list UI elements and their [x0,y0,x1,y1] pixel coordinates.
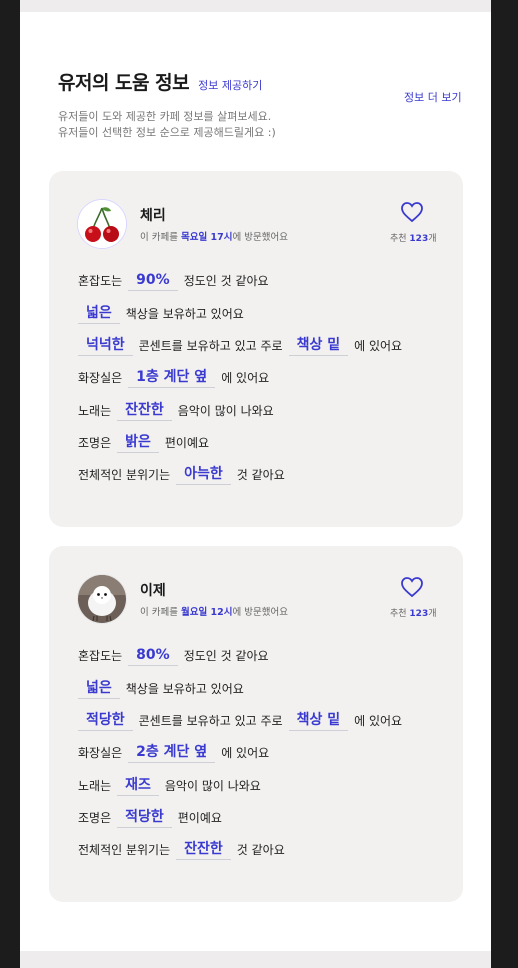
line-text: 전체적인 분위기는 [78,468,171,482]
line-text: 콘센트를 보유하고 있고 주로 [138,714,283,728]
rec-prefix: 추천 [390,234,410,244]
tag-outlet: 적당한 [78,712,133,731]
tag-restroom: 2층 계단 옆 [128,744,216,763]
section-header: 유저의 도움 정보 정보 제공하기 [58,68,458,95]
line-text: 정도인 것 같아요 [183,274,269,288]
visit-prefix: 이 카페를 [140,607,181,618]
line-text: 노래는 [78,404,112,418]
tag-music: 재즈 [117,777,159,796]
top-divider [20,0,491,12]
line-text: 것 같아요 [236,843,285,857]
tag-lighting: 밝은 [117,434,159,453]
recommend-count: 추천 123개 [390,606,437,619]
line-text: 전체적인 분위기는 [78,843,171,857]
bottom-divider [20,951,491,968]
username: 이제 [140,583,166,599]
tag-restroom: 1층 계단 옆 [128,369,216,388]
rec-number: 123 [409,234,429,244]
info-card: 이제 이 카페를 월요일 12시에 방문했어요 추천 123개 혼잡도는 80%… [49,546,463,902]
visit-info: 이 카페를 목요일 17시에 방문했어요 [140,229,288,243]
tag-lighting: 적당한 [117,809,172,828]
tag-crowd: 90% [128,272,178,291]
tag-desk: 넓은 [78,305,120,324]
tag-crowd: 80% [128,647,178,666]
recommend-count: 추천 123개 [390,231,437,244]
info-line-music: 노래는 잔잔한 음악이 많이 나와요 [78,402,274,421]
rec-prefix: 추천 [390,609,410,619]
line-text: 편이예요 [164,436,210,450]
tag-outlet: 넉넉한 [78,337,133,356]
line-text: 정도인 것 같아요 [183,649,269,663]
info-line-crowd: 혼잡도는 80% 정도인 것 같아요 [78,647,269,666]
more-info-link[interactable]: 정보 더 보기 [404,89,462,105]
line-text: 에 있어요 [221,746,270,760]
info-line-restroom: 화장실은 1층 계단 옆 에 있어요 [78,369,269,388]
line-text: 편이예요 [177,811,222,825]
line-text: 음악이 많이 나와요 [177,404,274,418]
visit-info: 이 카페를 월요일 12시에 방문했어요 [140,604,288,618]
rec-number: 123 [409,609,429,619]
line-text: 에 있어요 [354,339,403,353]
tag-desk: 넓은 [78,680,120,699]
visit-suffix: 에 방문했어요 [232,232,288,243]
info-line-restroom: 화장실은 2층 계단 옆 에 있어요 [78,744,269,763]
line-text: 에 있어요 [221,371,270,385]
line-text: 화장실은 [78,371,123,385]
line-text: 책상을 보유하고 있어요 [125,682,244,696]
info-line-desk: 넓은 책상을 보유하고 있어요 [78,305,244,324]
info-card: 체리 이 카페를 목요일 17시에 방문했어요 추천 123개 혼잡도는 90%… [49,171,463,527]
tag-outlet-location: 책상 밑 [288,712,349,731]
visit-time: 월요일 12시 [181,607,233,618]
provide-info-link[interactable]: 정보 제공하기 [198,77,262,93]
line-text: 에 있어요 [354,714,403,728]
line-text: 콘센트를 보유하고 있고 주로 [138,339,283,353]
cherry-icon [78,200,126,248]
info-line-lighting: 조명은 적당한 편이예요 [78,809,222,828]
line-text: 책상을 보유하고 있어요 [125,307,244,321]
info-line-outlet: 넉넉한 콘센트를 보유하고 있고 주로 책상 밑 에 있어요 [78,337,402,356]
heart-icon[interactable] [400,201,424,223]
line-text: 조명은 [78,436,112,450]
line-text: 것 같아요 [236,468,285,482]
rec-suffix: 개 [428,234,437,244]
tag-mood: 잔잔한 [176,841,231,860]
description-line: 유저들이 도와 제공한 카페 정보를 살펴보세요. [58,110,272,123]
visit-suffix: 에 방문했어요 [232,607,288,618]
line-text: 노래는 [78,779,112,793]
line-text: 혼잡도는 [78,649,123,663]
visit-prefix: 이 카페를 [140,232,181,243]
description-line: 유저들이 선택한 정보 순으로 제공해드릴게요 :) [58,126,276,139]
info-line-crowd: 혼잡도는 90% 정도인 것 같아요 [78,272,269,291]
info-line-music: 노래는 재즈 음악이 많이 나와요 [78,777,261,796]
line-text: 조명은 [78,811,112,825]
info-line-desk: 넓은 책상을 보유하고 있어요 [78,680,244,699]
line-text: 화장실은 [78,746,123,760]
heart-icon[interactable] [400,576,424,598]
line-text: 음악이 많이 나와요 [164,779,261,793]
tag-outlet-location: 책상 밑 [288,337,349,356]
avatar [77,199,127,249]
visit-time: 목요일 17시 [181,232,233,243]
section-description: 유저들이 도와 제공한 카페 정보를 살펴보세요. 유저들이 선택한 정보 순으… [58,109,276,141]
info-line-mood: 전체적인 분위기는 아늑한 것 같아요 [78,466,285,485]
page: 유저의 도움 정보 정보 제공하기 정보 더 보기 유저들이 도와 제공한 카페… [20,0,491,968]
tag-music: 잔잔한 [117,402,172,421]
line-text: 혼잡도는 [78,274,123,288]
avatar [77,574,127,624]
info-line-lighting: 조명은 밝은 편이예요 [78,434,209,453]
info-line-outlet: 적당한 콘센트를 보유하고 있고 주로 책상 밑 에 있어요 [78,712,402,731]
username: 체리 [140,208,166,224]
tag-mood: 아늑한 [176,466,231,485]
info-line-mood: 전체적인 분위기는 잔잔한 것 같아요 [78,841,285,860]
rec-suffix: 개 [428,609,437,619]
section-title: 유저의 도움 정보 [58,72,190,94]
white-bird-icon [78,575,126,623]
